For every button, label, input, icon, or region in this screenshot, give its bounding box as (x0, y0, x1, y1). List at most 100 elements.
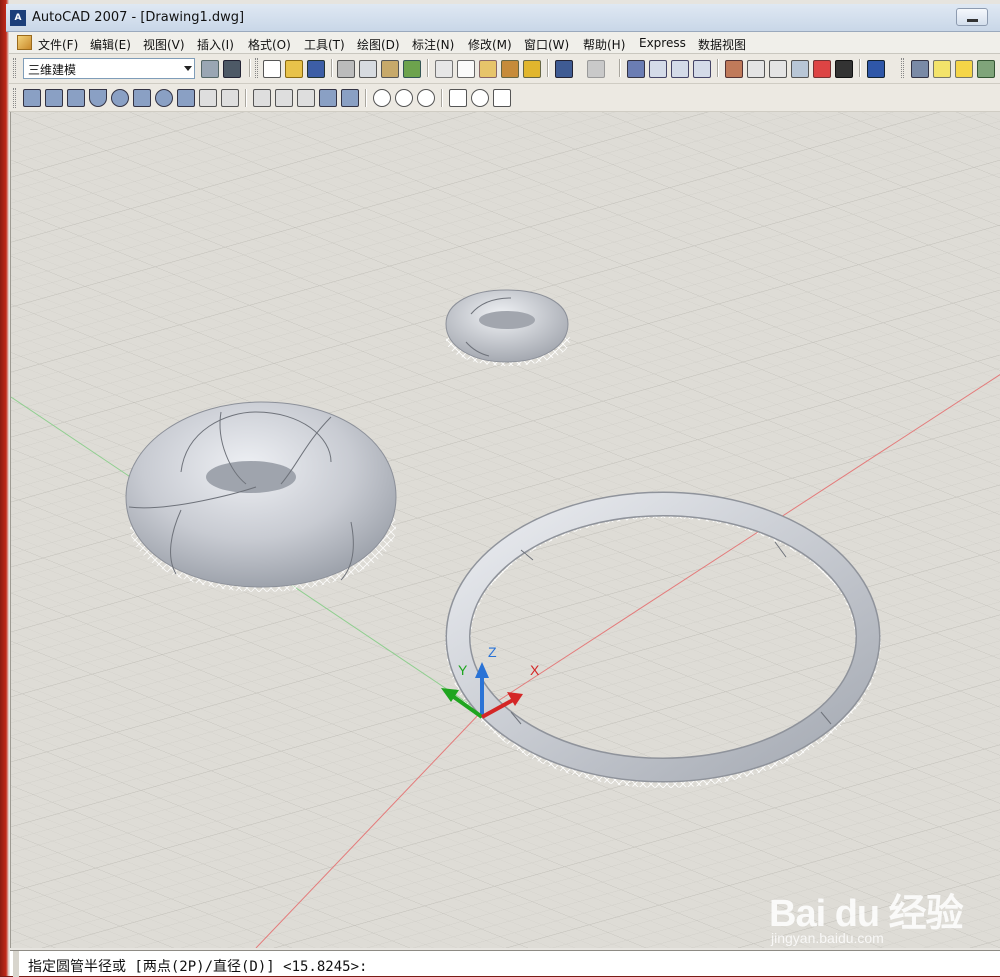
model-space-canvas: Z Y X (11, 112, 1000, 948)
workspace-save-icon[interactable] (223, 60, 241, 78)
ucs-z-label: Z (488, 644, 497, 660)
modeling-toolbar (9, 84, 1000, 112)
menu-dimension[interactable]: 标注(N) (412, 36, 454, 53)
layer-color-icon[interactable] (977, 60, 995, 78)
layer-on-icon[interactable] (933, 60, 951, 78)
workspace-select[interactable]: 三维建模 (23, 58, 195, 79)
3d-rotate-icon[interactable] (471, 89, 489, 107)
menu-help[interactable]: 帮助(H) (583, 36, 625, 53)
zoom-realtime-icon[interactable] (649, 60, 667, 78)
torus-body (125, 401, 397, 588)
ucs-y-label: Y (458, 662, 468, 678)
menu-view[interactable]: 视图(V) (143, 36, 185, 53)
subtract-icon[interactable] (395, 89, 413, 107)
toolbar-grip[interactable] (13, 58, 16, 78)
menu-dataview[interactable]: 数据视图 (698, 36, 746, 53)
baidu-watermark-logo: Bai du 经验 (769, 893, 964, 935)
workspace-value: 三维建模 (28, 63, 77, 77)
open-file-icon[interactable] (285, 60, 303, 78)
loft-icon[interactable] (341, 89, 359, 107)
sphere-icon[interactable] (111, 89, 129, 107)
tool-palettes-icon[interactable] (769, 60, 787, 78)
chevron-down-icon (184, 66, 192, 71)
union-icon[interactable] (373, 89, 391, 107)
sweep-icon[interactable] (297, 89, 315, 107)
title-bar[interactable]: A AutoCAD 2007 - [Drawing1.dwg] (6, 4, 1000, 32)
sheet-set-icon[interactable] (791, 60, 809, 78)
wedge-icon[interactable] (67, 89, 85, 107)
toolbar-separator (717, 59, 719, 77)
layer-freeze-icon[interactable] (955, 60, 973, 78)
window-title: AutoCAD 2007 - [Drawing1.dwg] (32, 10, 245, 25)
menu-insert[interactable]: 插入(I) (197, 36, 234, 53)
small-torus-hole (479, 311, 535, 329)
large-torus[interactable] (125, 401, 397, 592)
menu-window[interactable]: 窗口(W) (524, 36, 569, 53)
cone-icon[interactable] (89, 89, 107, 107)
document-menu-icon[interactable] (17, 35, 32, 50)
toolbar-grip[interactable] (255, 58, 258, 78)
command-line[interactable]: 指定圆管半径或 [两点(2P)/直径(D)] <15.8245>: (10, 950, 1000, 977)
autocad-app-icon[interactable]: A (10, 10, 26, 26)
menu-draw[interactable]: 绘图(D) (357, 36, 400, 53)
zoom-window-icon[interactable] (671, 60, 689, 78)
cylinder-icon[interactable] (133, 89, 151, 107)
block-editor-icon[interactable] (523, 60, 541, 78)
menu-format[interactable]: 格式(O) (248, 36, 291, 53)
baidu-watermark-url: jingyan.baidu.com (771, 930, 884, 946)
print-icon[interactable] (337, 60, 355, 78)
pan-icon[interactable] (627, 60, 645, 78)
toolbar-separator (245, 89, 247, 107)
layers-icon[interactable] (911, 60, 929, 78)
3d-move-icon[interactable] (449, 89, 467, 107)
markup-icon[interactable] (813, 60, 831, 78)
copy-icon[interactable] (457, 60, 475, 78)
3d-align-icon[interactable] (493, 89, 511, 107)
undo-icon[interactable] (555, 60, 573, 78)
toolbar-separator (547, 59, 549, 77)
revolve-icon[interactable] (319, 89, 337, 107)
new-file-icon[interactable] (263, 60, 281, 78)
box-icon[interactable] (45, 89, 63, 107)
toolbar-separator (619, 59, 621, 77)
menu-edit[interactable]: 编辑(E) (90, 36, 131, 53)
presspull-icon[interactable] (275, 89, 293, 107)
ucs-x-label: X (530, 662, 540, 678)
redo-icon[interactable] (587, 60, 605, 78)
menu-modify[interactable]: 修改(M) (468, 36, 512, 53)
app-window: A AutoCAD 2007 - [Drawing1.dwg] 文件(F) 编辑… (0, 0, 1000, 977)
pyramid-icon[interactable] (177, 89, 195, 107)
etransmit-icon[interactable] (403, 60, 421, 78)
cut-icon[interactable] (435, 60, 453, 78)
menu-bar: 文件(F) 编辑(E) 视图(V) 插入(I) 格式(O) 工具(T) 绘图(D… (9, 32, 1000, 54)
small-torus[interactable] (445, 289, 570, 366)
menu-file[interactable]: 文件(F) (38, 36, 78, 53)
workspace-settings-icon[interactable] (201, 60, 219, 78)
publish-icon[interactable] (381, 60, 399, 78)
help-icon[interactable] (867, 60, 885, 78)
intersect-icon[interactable] (417, 89, 435, 107)
drawing-viewport[interactable]: Z Y X Bai du 经验 jingyan.baidu.com (10, 112, 1000, 948)
zoom-previous-icon[interactable] (693, 60, 711, 78)
extrude-icon[interactable] (253, 89, 271, 107)
menu-express[interactable]: Express (639, 36, 686, 50)
planar-surface-icon[interactable] (221, 89, 239, 107)
calculator-icon[interactable] (835, 60, 853, 78)
toolbar-grip[interactable] (13, 88, 16, 108)
toolbar-separator (249, 59, 251, 77)
helix-icon[interactable] (199, 89, 217, 107)
properties-icon[interactable] (725, 60, 743, 78)
save-icon[interactable] (307, 60, 325, 78)
paste-icon[interactable] (479, 60, 497, 78)
toolbar-separator (859, 59, 861, 77)
standard-toolbar: 三维建模 (9, 54, 1000, 84)
polysolid-icon[interactable] (23, 89, 41, 107)
design-center-icon[interactable] (747, 60, 765, 78)
toolbar-grip[interactable] (901, 58, 904, 78)
minimize-button[interactable] (956, 8, 988, 26)
print-preview-icon[interactable] (359, 60, 377, 78)
toolbar-separator (331, 59, 333, 77)
torus-icon[interactable] (155, 89, 173, 107)
menu-tools[interactable]: 工具(T) (304, 36, 345, 53)
match-properties-icon[interactable] (501, 60, 519, 78)
